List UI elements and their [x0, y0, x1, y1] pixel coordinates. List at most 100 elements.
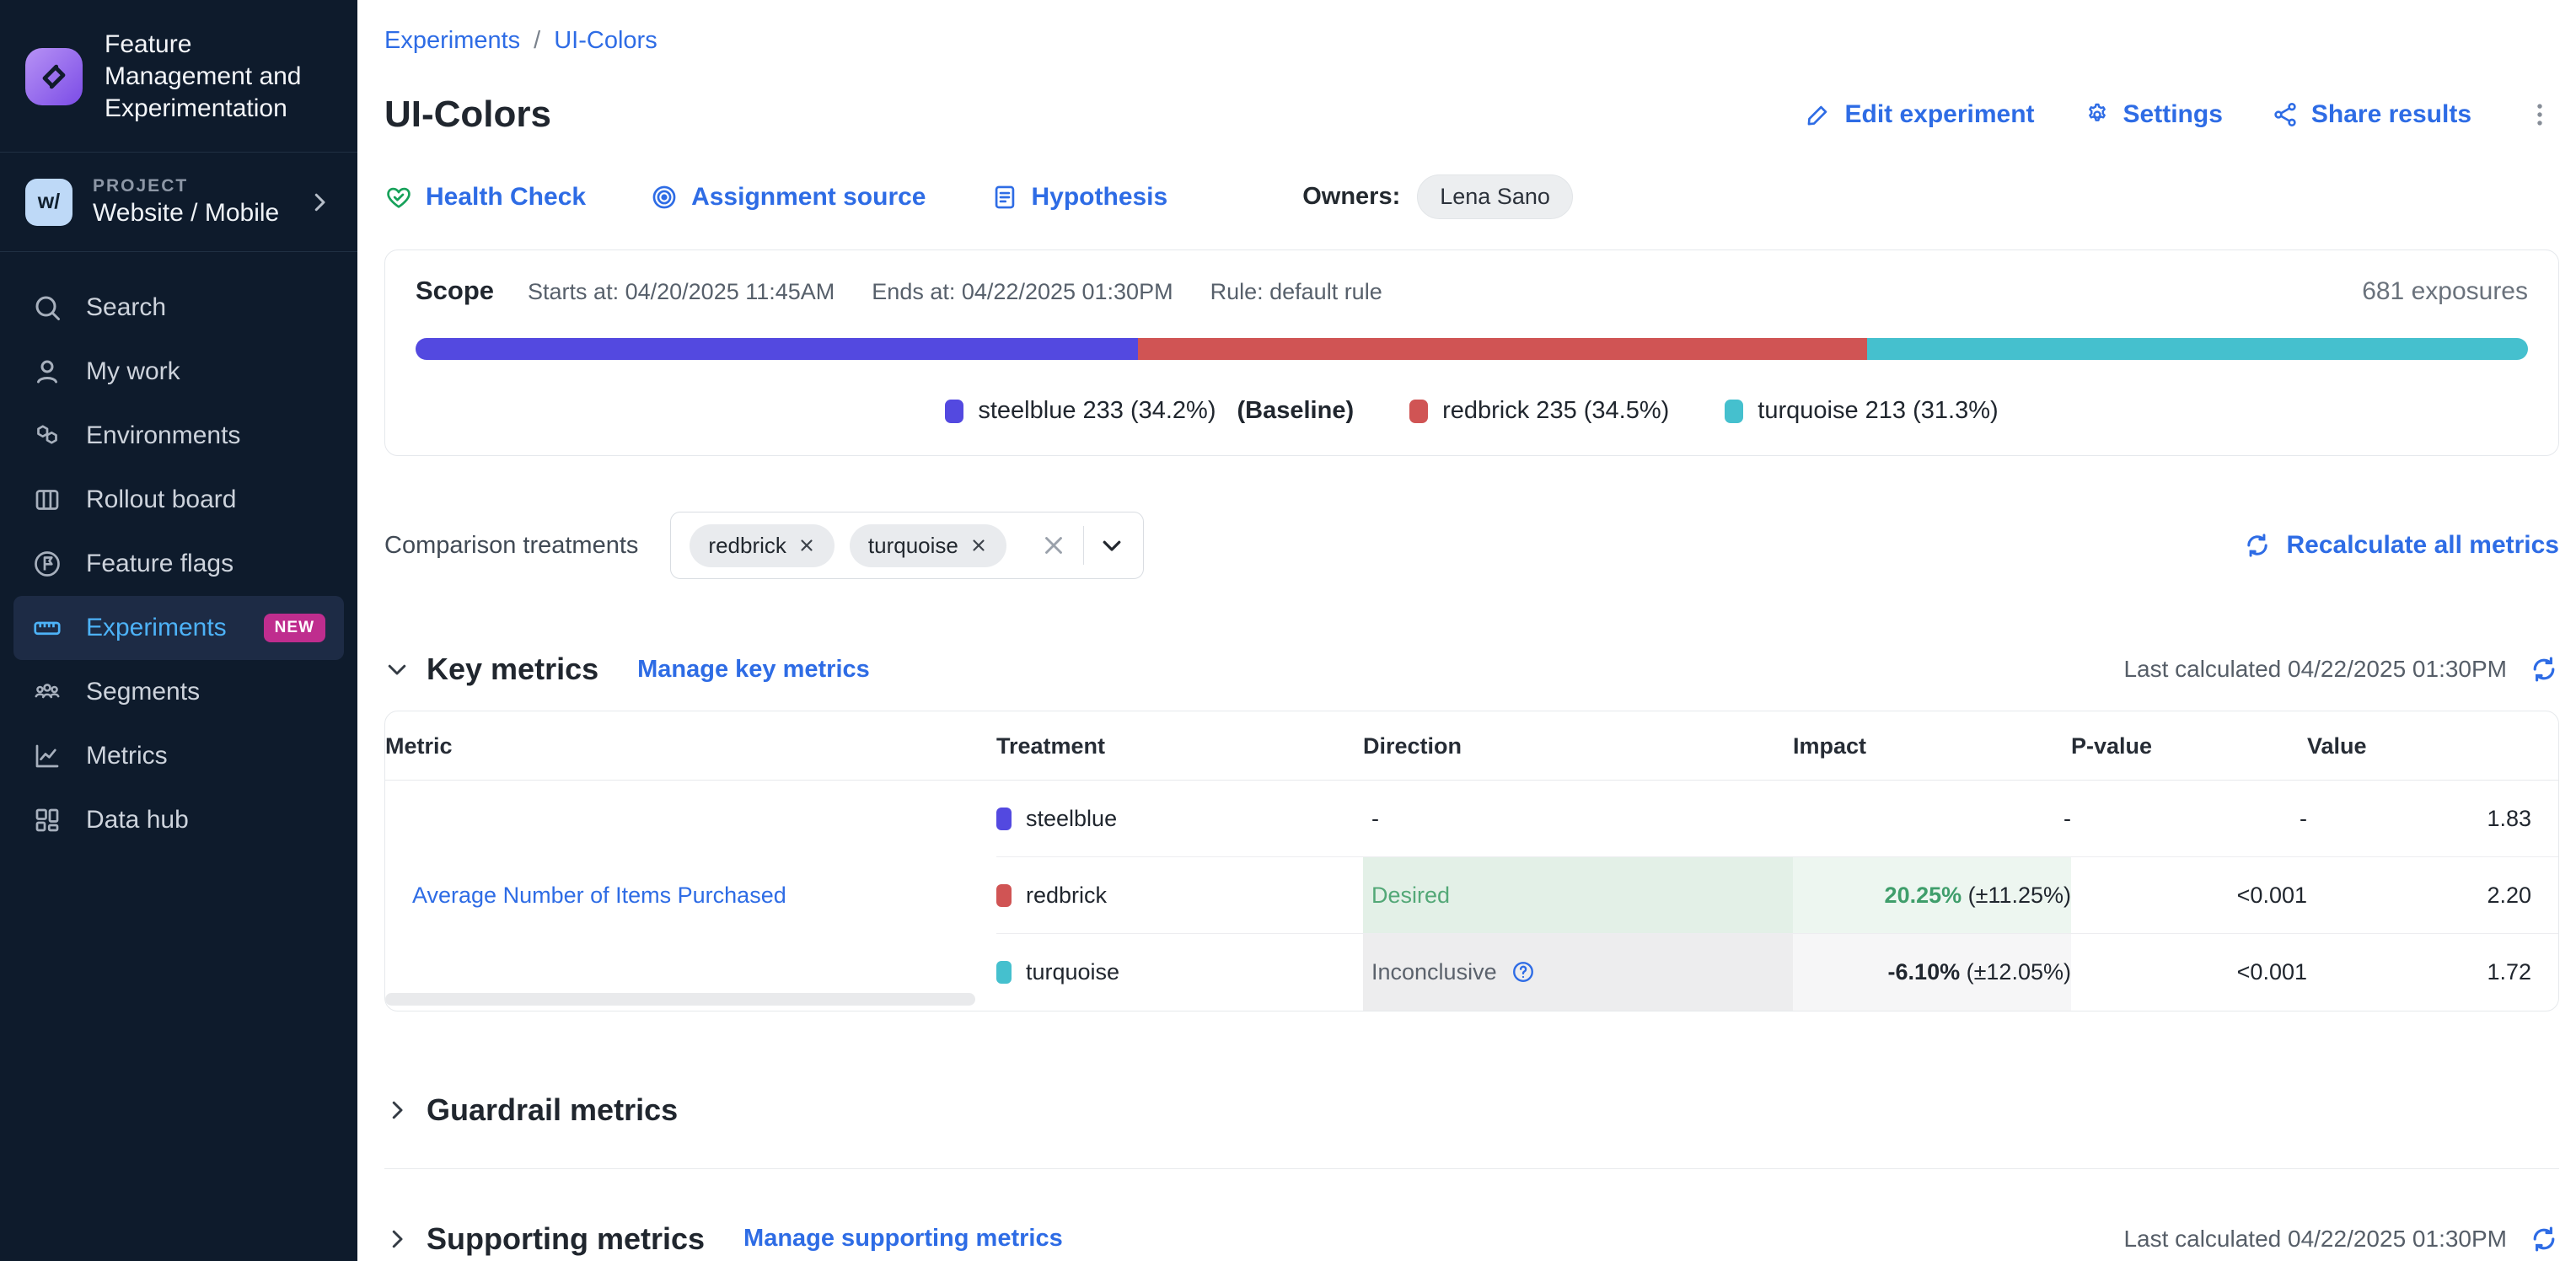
guardrail-metrics-header: Guardrail metrics — [384, 1092, 2559, 1128]
guardrail-metrics-title: Guardrail metrics — [427, 1092, 678, 1128]
recalculate-all-metrics-button[interactable]: Recalculate all metrics — [2243, 531, 2559, 560]
scope-starts: Starts at: 04/20/2025 11:45AM — [528, 279, 835, 305]
col-header-treatment: Treatment — [996, 711, 1363, 781]
key-metrics-table-card: Metric Treatment Direction Impact P-valu… — [384, 711, 2559, 1011]
experiment-meta-row: Health Check Assignment source Hypothesi… — [384, 174, 2559, 219]
columns-icon — [32, 485, 62, 515]
gear-icon — [2084, 101, 2111, 128]
chip-redbrick[interactable]: redbrick — [690, 524, 834, 567]
hypothesis-link[interactable]: Hypothesis — [990, 183, 1168, 212]
sidebar-item-environments[interactable]: Environments — [13, 404, 344, 468]
sidebar: Feature Management and Experimentation w… — [0, 0, 357, 1261]
sidebar-item-label: Feature flags — [86, 550, 233, 578]
remove-chip-icon[interactable] — [797, 536, 816, 555]
breadcrumb-separator: / — [534, 27, 540, 55]
ruler-icon — [32, 613, 62, 643]
col-header-pvalue: P-value — [2071, 711, 2307, 781]
breadcrumb: Experiments / UI-Colors — [384, 0, 2559, 55]
grid-icon — [32, 805, 62, 835]
sidebar-item-experiments[interactable]: Experiments NEW — [13, 596, 344, 660]
redbrick-swatch — [1409, 400, 1428, 423]
horizontal-scrollbar[interactable] — [385, 993, 975, 1006]
manage-supporting-metrics-link[interactable]: Manage supporting metrics — [743, 1225, 1063, 1253]
settings-button[interactable]: Settings — [2084, 100, 2223, 129]
refresh-icon[interactable] — [2529, 654, 2559, 684]
share-icon — [2272, 101, 2299, 128]
share-results-button[interactable]: Share results — [2272, 100, 2471, 129]
refresh-icon[interactable] — [2529, 1224, 2559, 1254]
project-avatar: w/ — [25, 179, 72, 226]
heart-check-icon — [384, 183, 413, 212]
edit-experiment-button[interactable]: Edit experiment — [1805, 100, 2034, 129]
scope-card: Scope Starts at: 04/20/2025 11:45AM Ends… — [384, 250, 2559, 456]
chevron-down-icon[interactable] — [384, 657, 410, 682]
clear-all-icon[interactable] — [1039, 531, 1068, 560]
key-metrics-header: Key metrics Manage key metrics Last calc… — [384, 652, 2559, 687]
refresh-icon — [2243, 531, 2272, 560]
pvalue-cell: - — [2071, 781, 2307, 857]
comparison-treatments-select[interactable]: redbrick turquoise — [670, 512, 1144, 579]
sidebar-item-search[interactable]: Search — [13, 276, 344, 340]
sidebar-item-label: Segments — [86, 678, 200, 706]
page-title: UI-Colors — [384, 94, 551, 136]
more-options-button[interactable] — [2520, 100, 2559, 129]
chevron-right-icon[interactable] — [384, 1097, 410, 1123]
chip-turquoise[interactable]: turquoise — [850, 524, 1006, 567]
redbrick-swatch — [996, 884, 1012, 907]
exposures-count: 681 exposures — [2362, 277, 2528, 306]
document-icon — [990, 183, 1019, 212]
sidebar-item-data-hub[interactable]: Data hub — [13, 788, 344, 852]
select-divider — [1083, 526, 1084, 565]
comparison-label: Comparison treatments — [384, 532, 638, 560]
sidebar-item-segments[interactable]: Segments — [13, 660, 344, 724]
health-check-link[interactable]: Health Check — [384, 183, 586, 212]
app-logo-row[interactable]: Feature Management and Experimentation — [0, 0, 357, 152]
treatment-cell: steelblue — [996, 781, 1363, 857]
owners: Owners: Lena Sano — [1302, 174, 1573, 219]
manage-key-metrics-link[interactable]: Manage key metrics — [637, 656, 870, 684]
legend-item-redbrick: redbrick 235 (34.5%) — [1409, 397, 1669, 425]
sidebar-item-rollout-board[interactable]: Rollout board — [13, 468, 344, 532]
section-divider — [384, 1168, 2559, 1169]
breadcrumb-experiments-link[interactable]: Experiments — [384, 27, 520, 55]
line-chart-icon — [32, 741, 62, 771]
legend-label: turquoise 213 (31.3%) — [1758, 397, 1998, 425]
supporting-metrics-header: Supporting metrics Manage supporting met… — [384, 1221, 2559, 1257]
owner-pill[interactable]: Lena Sano — [1417, 174, 1573, 219]
project-name: Website / Mobile — [93, 199, 279, 228]
supporting-metrics-title: Supporting metrics — [427, 1221, 705, 1257]
col-header-direction: Direction — [1363, 711, 1793, 781]
app-title: Feature Management and Experimentation — [105, 29, 332, 125]
baseline-label: (Baseline) — [1237, 397, 1355, 425]
metric-link[interactable]: Average Number of Items Purchased — [412, 883, 786, 908]
key-metrics-title: Key metrics — [427, 652, 598, 687]
assignment-source-link[interactable]: Assignment source — [650, 183, 926, 212]
chevron-down-icon[interactable] — [1099, 533, 1124, 558]
search-icon — [32, 292, 62, 323]
key-metrics-table: Metric Treatment Direction Impact P-valu… — [385, 711, 2558, 1011]
project-switcher[interactable]: w/ PROJECT Website / Mobile — [0, 153, 357, 251]
chevron-right-icon[interactable] — [384, 1226, 410, 1252]
sidebar-item-my-work[interactable]: My work — [13, 340, 344, 404]
direction-cell: Inconclusive — [1363, 934, 1793, 1011]
supporting-metrics-last-calculated: Last calculated 04/22/2025 01:30PM — [2123, 1224, 2559, 1254]
legend-label: redbrick 235 (34.5%) — [1442, 397, 1669, 425]
treatment-legend: steelblue 233 (34.2%) (Baseline) redbric… — [416, 397, 2528, 425]
remove-chip-icon[interactable] — [969, 536, 988, 555]
legend-item-steelblue: steelblue 233 (34.2%) (Baseline) — [945, 397, 1354, 425]
scope-ends: Ends at: 04/22/2025 01:30PM — [872, 279, 1173, 305]
page-header: UI-Colors Edit experiment Settings Share… — [384, 94, 2559, 136]
direction-cell: - — [1363, 781, 1793, 857]
people-icon — [32, 677, 62, 707]
metric-name-cell: Average Number of Items Purchased — [385, 781, 996, 1011]
flag-circle-icon — [32, 549, 62, 579]
sidebar-item-metrics[interactable]: Metrics — [13, 724, 344, 788]
bar-segment-steelblue — [416, 338, 1138, 360]
turquoise-swatch — [1725, 400, 1743, 423]
question-circle-icon[interactable] — [1511, 959, 1536, 985]
sidebar-item-label: Environments — [86, 421, 240, 450]
key-metrics-last-calculated: Last calculated 04/22/2025 01:30PM — [2123, 654, 2559, 684]
sidebar-item-feature-flags[interactable]: Feature flags — [13, 532, 344, 596]
sidebar-item-label: Experiments — [86, 614, 227, 642]
breadcrumb-current-link[interactable]: UI-Colors — [554, 27, 657, 55]
